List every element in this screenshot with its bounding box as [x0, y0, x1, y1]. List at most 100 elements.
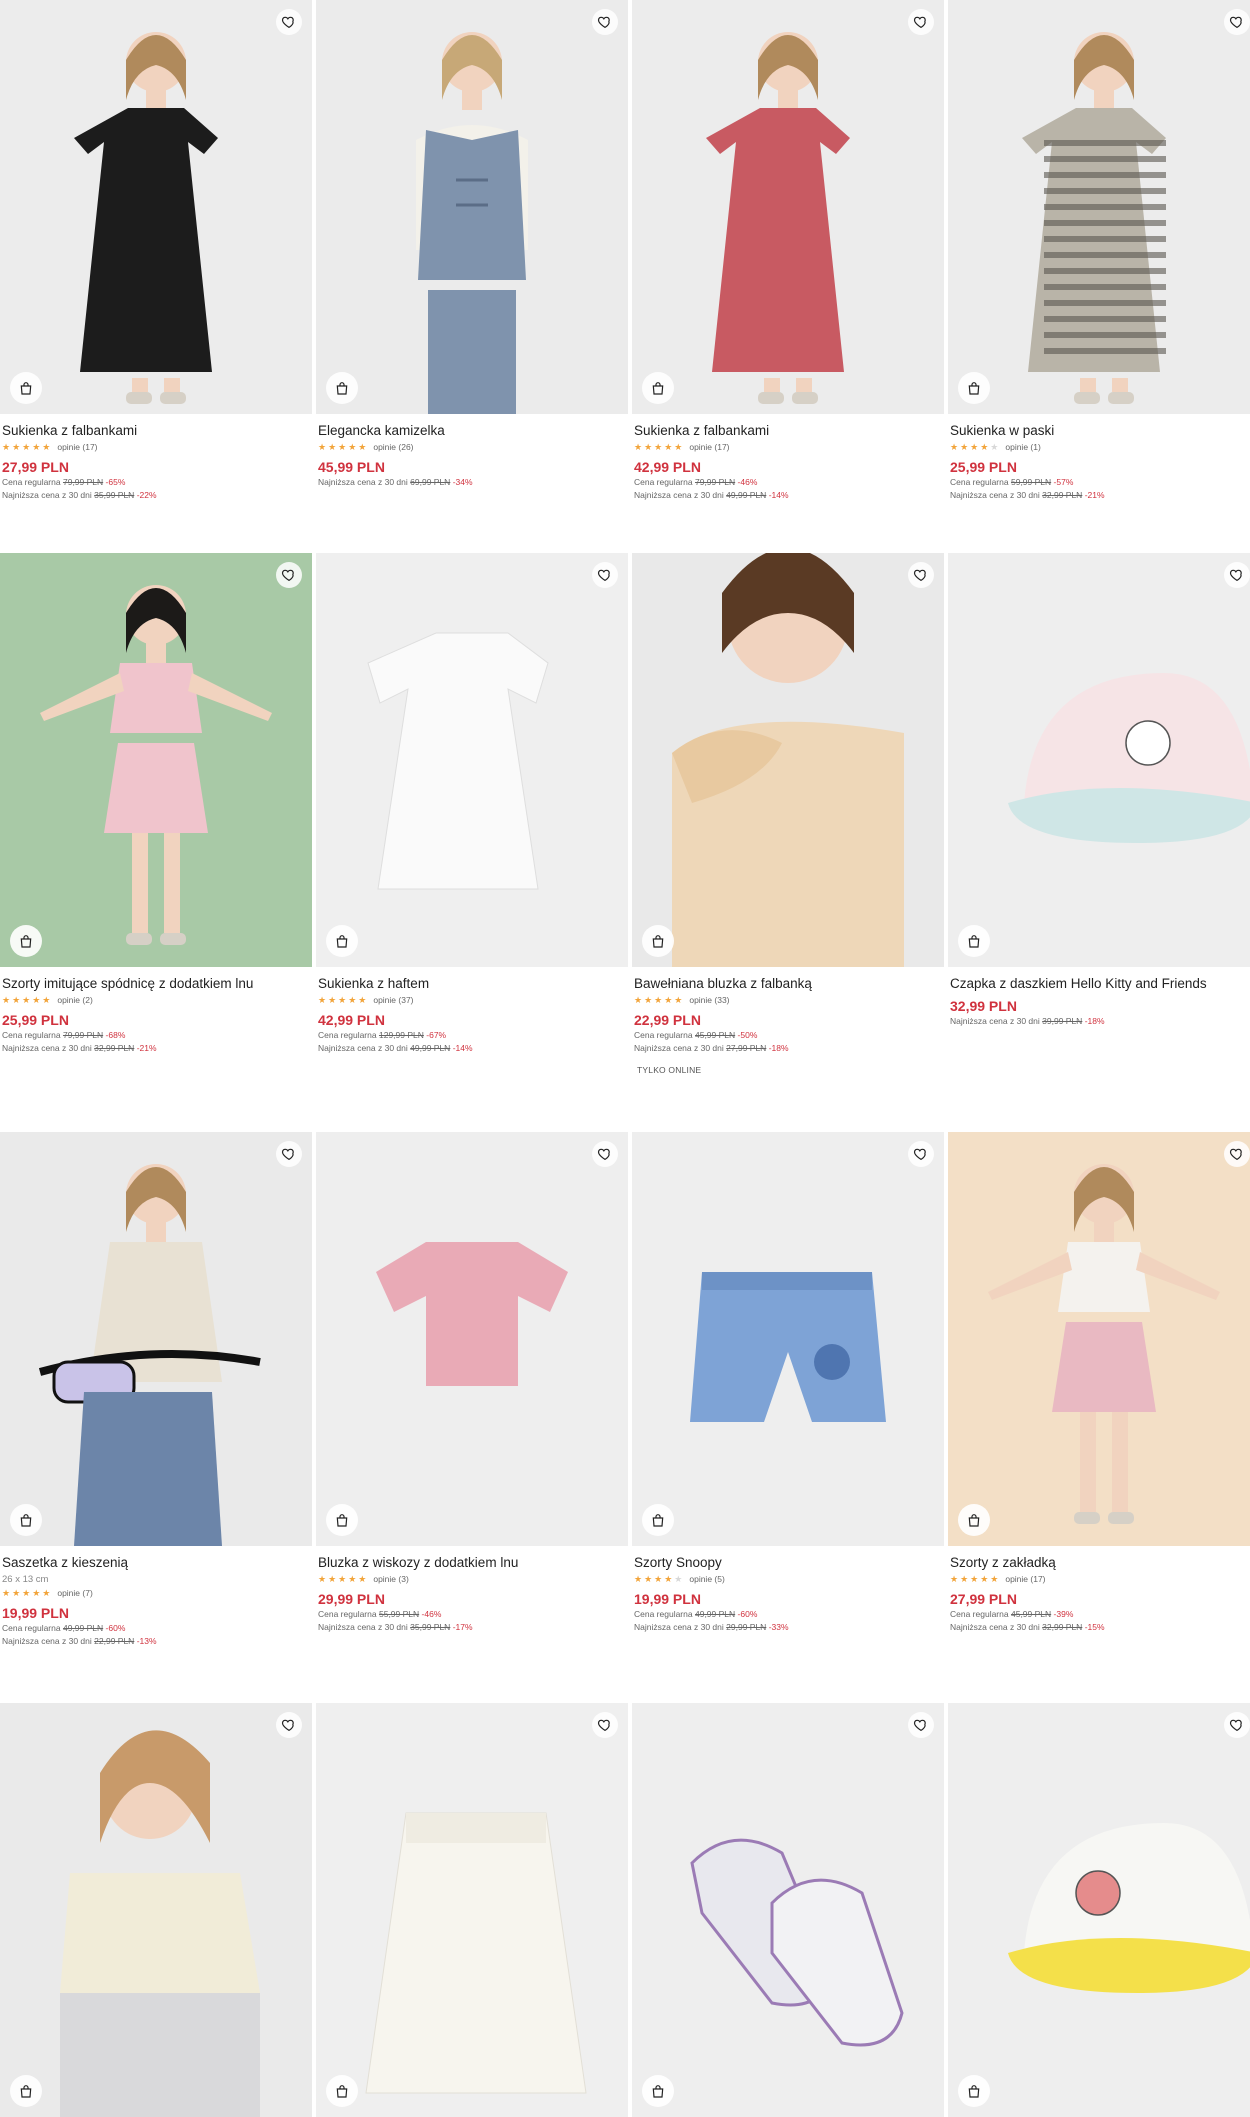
- add-to-bag-icon[interactable]: [10, 2075, 42, 2107]
- product-rating: ★★★★★ opinie (7): [2, 1587, 310, 1600]
- product-image[interactable]: [316, 1132, 628, 1546]
- add-to-bag-icon[interactable]: [326, 2075, 358, 2107]
- product-dimensions: 26 x 13 cm: [2, 1574, 49, 1585]
- lowest-price-label: Najniższa cena z 30 dni: [634, 490, 724, 500]
- review-count[interactable]: opinie (26): [373, 441, 413, 454]
- product-image[interactable]: [948, 0, 1250, 414]
- product-image[interactable]: [948, 1132, 1250, 1546]
- product-image[interactable]: [632, 1703, 944, 2117]
- product-image[interactable]: [0, 553, 312, 967]
- review-count[interactable]: opinie (2): [57, 994, 92, 1007]
- rating-stars-icon: ★★★★★: [318, 1574, 369, 1584]
- current-price: 19,99 PLN: [634, 1591, 701, 1607]
- rating-stars-icon: ★★★★★: [2, 442, 53, 452]
- product-name[interactable]: Czapka z daszkiem Hello Kitty and Friend…: [950, 975, 1250, 993]
- favorite-heart-icon[interactable]: [592, 562, 618, 588]
- product-image[interactable]: [632, 1132, 944, 1546]
- review-count[interactable]: opinie (3): [373, 1573, 408, 1586]
- review-count[interactable]: opinie (37): [373, 994, 413, 1007]
- add-to-bag-icon[interactable]: [642, 2075, 674, 2107]
- product-info: Bluzka z wiskozy z dodatkiem lnu ★★★★★ o…: [318, 1554, 626, 1634]
- add-to-bag-icon[interactable]: [958, 372, 990, 404]
- product-name[interactable]: Saszetka z kieszenią: [2, 1554, 310, 1572]
- product-name[interactable]: Sukienka z falbankami: [2, 422, 310, 440]
- add-to-bag-icon[interactable]: [642, 372, 674, 404]
- product-name[interactable]: Szorty z zakładką: [950, 1554, 1250, 1572]
- product-image[interactable]: [316, 0, 628, 414]
- regular-price-old: 45,99 PLN: [694, 1030, 736, 1040]
- favorite-heart-icon[interactable]: [908, 1141, 934, 1167]
- add-to-bag-icon[interactable]: [326, 925, 358, 957]
- add-to-bag-icon[interactable]: [10, 1504, 42, 1536]
- rating-stars-icon: ★★★★★: [318, 995, 369, 1005]
- rating-stars-icon: ★★★★★: [950, 1574, 1001, 1584]
- add-to-bag-icon[interactable]: [958, 2075, 990, 2107]
- product-name[interactable]: Bawełniana bluzka z falbanką: [634, 975, 942, 993]
- product-image[interactable]: [948, 553, 1250, 967]
- add-to-bag-icon[interactable]: [326, 1504, 358, 1536]
- lowest-price-line: Najniższa cena z 30 dni 35,99 PLN -17%: [318, 1621, 626, 1634]
- product-name[interactable]: Szorty Snoopy: [634, 1554, 942, 1572]
- product-image[interactable]: [0, 1132, 312, 1546]
- product-name[interactable]: Bluzka z wiskozy z dodatkiem lnu: [318, 1554, 626, 1572]
- review-count[interactable]: opinie (17): [1005, 1573, 1045, 1586]
- review-count[interactable]: opinie (1): [1005, 441, 1040, 454]
- product-info: Elegancka kamizelka ★★★★★ opinie (26) 45…: [318, 422, 626, 489]
- product-image[interactable]: [0, 0, 312, 414]
- product-name[interactable]: Sukienka w paski: [950, 422, 1250, 440]
- product-name[interactable]: Elegancka kamizelka: [318, 422, 626, 440]
- regular-discount: -67%: [426, 1030, 447, 1040]
- regular-price-label: Cena regularna: [2, 1623, 61, 1633]
- product-info: Szorty imitujące spódnicę z dodatkiem ln…: [2, 975, 310, 1055]
- favorite-heart-icon[interactable]: [1224, 1141, 1250, 1167]
- add-to-bag-icon[interactable]: [10, 925, 42, 957]
- review-count[interactable]: opinie (17): [57, 441, 97, 454]
- current-price: 22,99 PLN: [634, 1012, 701, 1028]
- product-image[interactable]: [316, 553, 628, 967]
- review-count[interactable]: opinie (17): [689, 441, 729, 454]
- lowest-price-label: Najniższa cena z 30 dni: [950, 490, 1040, 500]
- add-to-bag-icon[interactable]: [958, 1504, 990, 1536]
- regular-price-label: Cena regularna: [318, 1609, 377, 1619]
- regular-price-line: Cena regularna 79,99 PLN -46%: [634, 476, 942, 489]
- add-to-bag-icon[interactable]: [10, 372, 42, 404]
- favorite-heart-icon[interactable]: [908, 9, 934, 35]
- favorite-heart-icon[interactable]: [592, 9, 618, 35]
- add-to-bag-icon[interactable]: [326, 372, 358, 404]
- regular-price-line: Cena regularna 59,99 PLN -57%: [950, 476, 1250, 489]
- product-image[interactable]: [316, 1703, 628, 2117]
- favorite-heart-icon[interactable]: [908, 1712, 934, 1738]
- lowest-price-old: 29,99 PLN: [726, 1622, 767, 1632]
- favorite-heart-icon[interactable]: [1224, 562, 1250, 588]
- add-to-bag-icon[interactable]: [642, 925, 674, 957]
- favorite-heart-icon[interactable]: [276, 1712, 302, 1738]
- favorite-heart-icon[interactable]: [1224, 9, 1250, 35]
- review-count[interactable]: opinie (33): [689, 994, 729, 1007]
- favorite-heart-icon[interactable]: [276, 562, 302, 588]
- favorite-heart-icon[interactable]: [908, 562, 934, 588]
- product-name[interactable]: Sukienka z haftem: [318, 975, 626, 993]
- product-image[interactable]: [632, 553, 944, 967]
- favorite-heart-icon[interactable]: [592, 1141, 618, 1167]
- product-name[interactable]: Sukienka z falbankami: [634, 422, 942, 440]
- review-count[interactable]: opinie (7): [57, 1587, 92, 1600]
- add-to-bag-icon[interactable]: [958, 925, 990, 957]
- favorite-heart-icon[interactable]: [276, 9, 302, 35]
- lowest-discount: -15%: [1084, 1622, 1105, 1632]
- product-image[interactable]: [0, 1703, 312, 2117]
- lowest-price-line: Najniższa cena z 30 dni 27,99 PLN -18%: [634, 1042, 942, 1055]
- favorite-heart-icon[interactable]: [592, 1712, 618, 1738]
- rating-stars-icon: ★★★★★: [2, 995, 53, 1005]
- product-image[interactable]: [632, 0, 944, 414]
- favorite-heart-icon[interactable]: [1224, 1712, 1250, 1738]
- product-name[interactable]: Szorty imitujące spódnicę z dodatkiem ln…: [2, 975, 310, 993]
- add-to-bag-icon[interactable]: [642, 1504, 674, 1536]
- regular-discount: -60%: [737, 1609, 758, 1619]
- product-image[interactable]: [948, 1703, 1250, 2117]
- lowest-price-line: Najniższa cena z 30 dni 32,99 PLN -15%: [950, 1621, 1250, 1634]
- lowest-price-old: 32,99 PLN: [1042, 1622, 1083, 1632]
- favorite-heart-icon[interactable]: [276, 1141, 302, 1167]
- regular-price-line: Cena regularna 49,99 PLN -60%: [634, 1608, 942, 1621]
- product-info: Bawełniana bluzka z falbanką ★★★★★ opini…: [634, 975, 942, 1075]
- review-count[interactable]: opinie (5): [689, 1573, 724, 1586]
